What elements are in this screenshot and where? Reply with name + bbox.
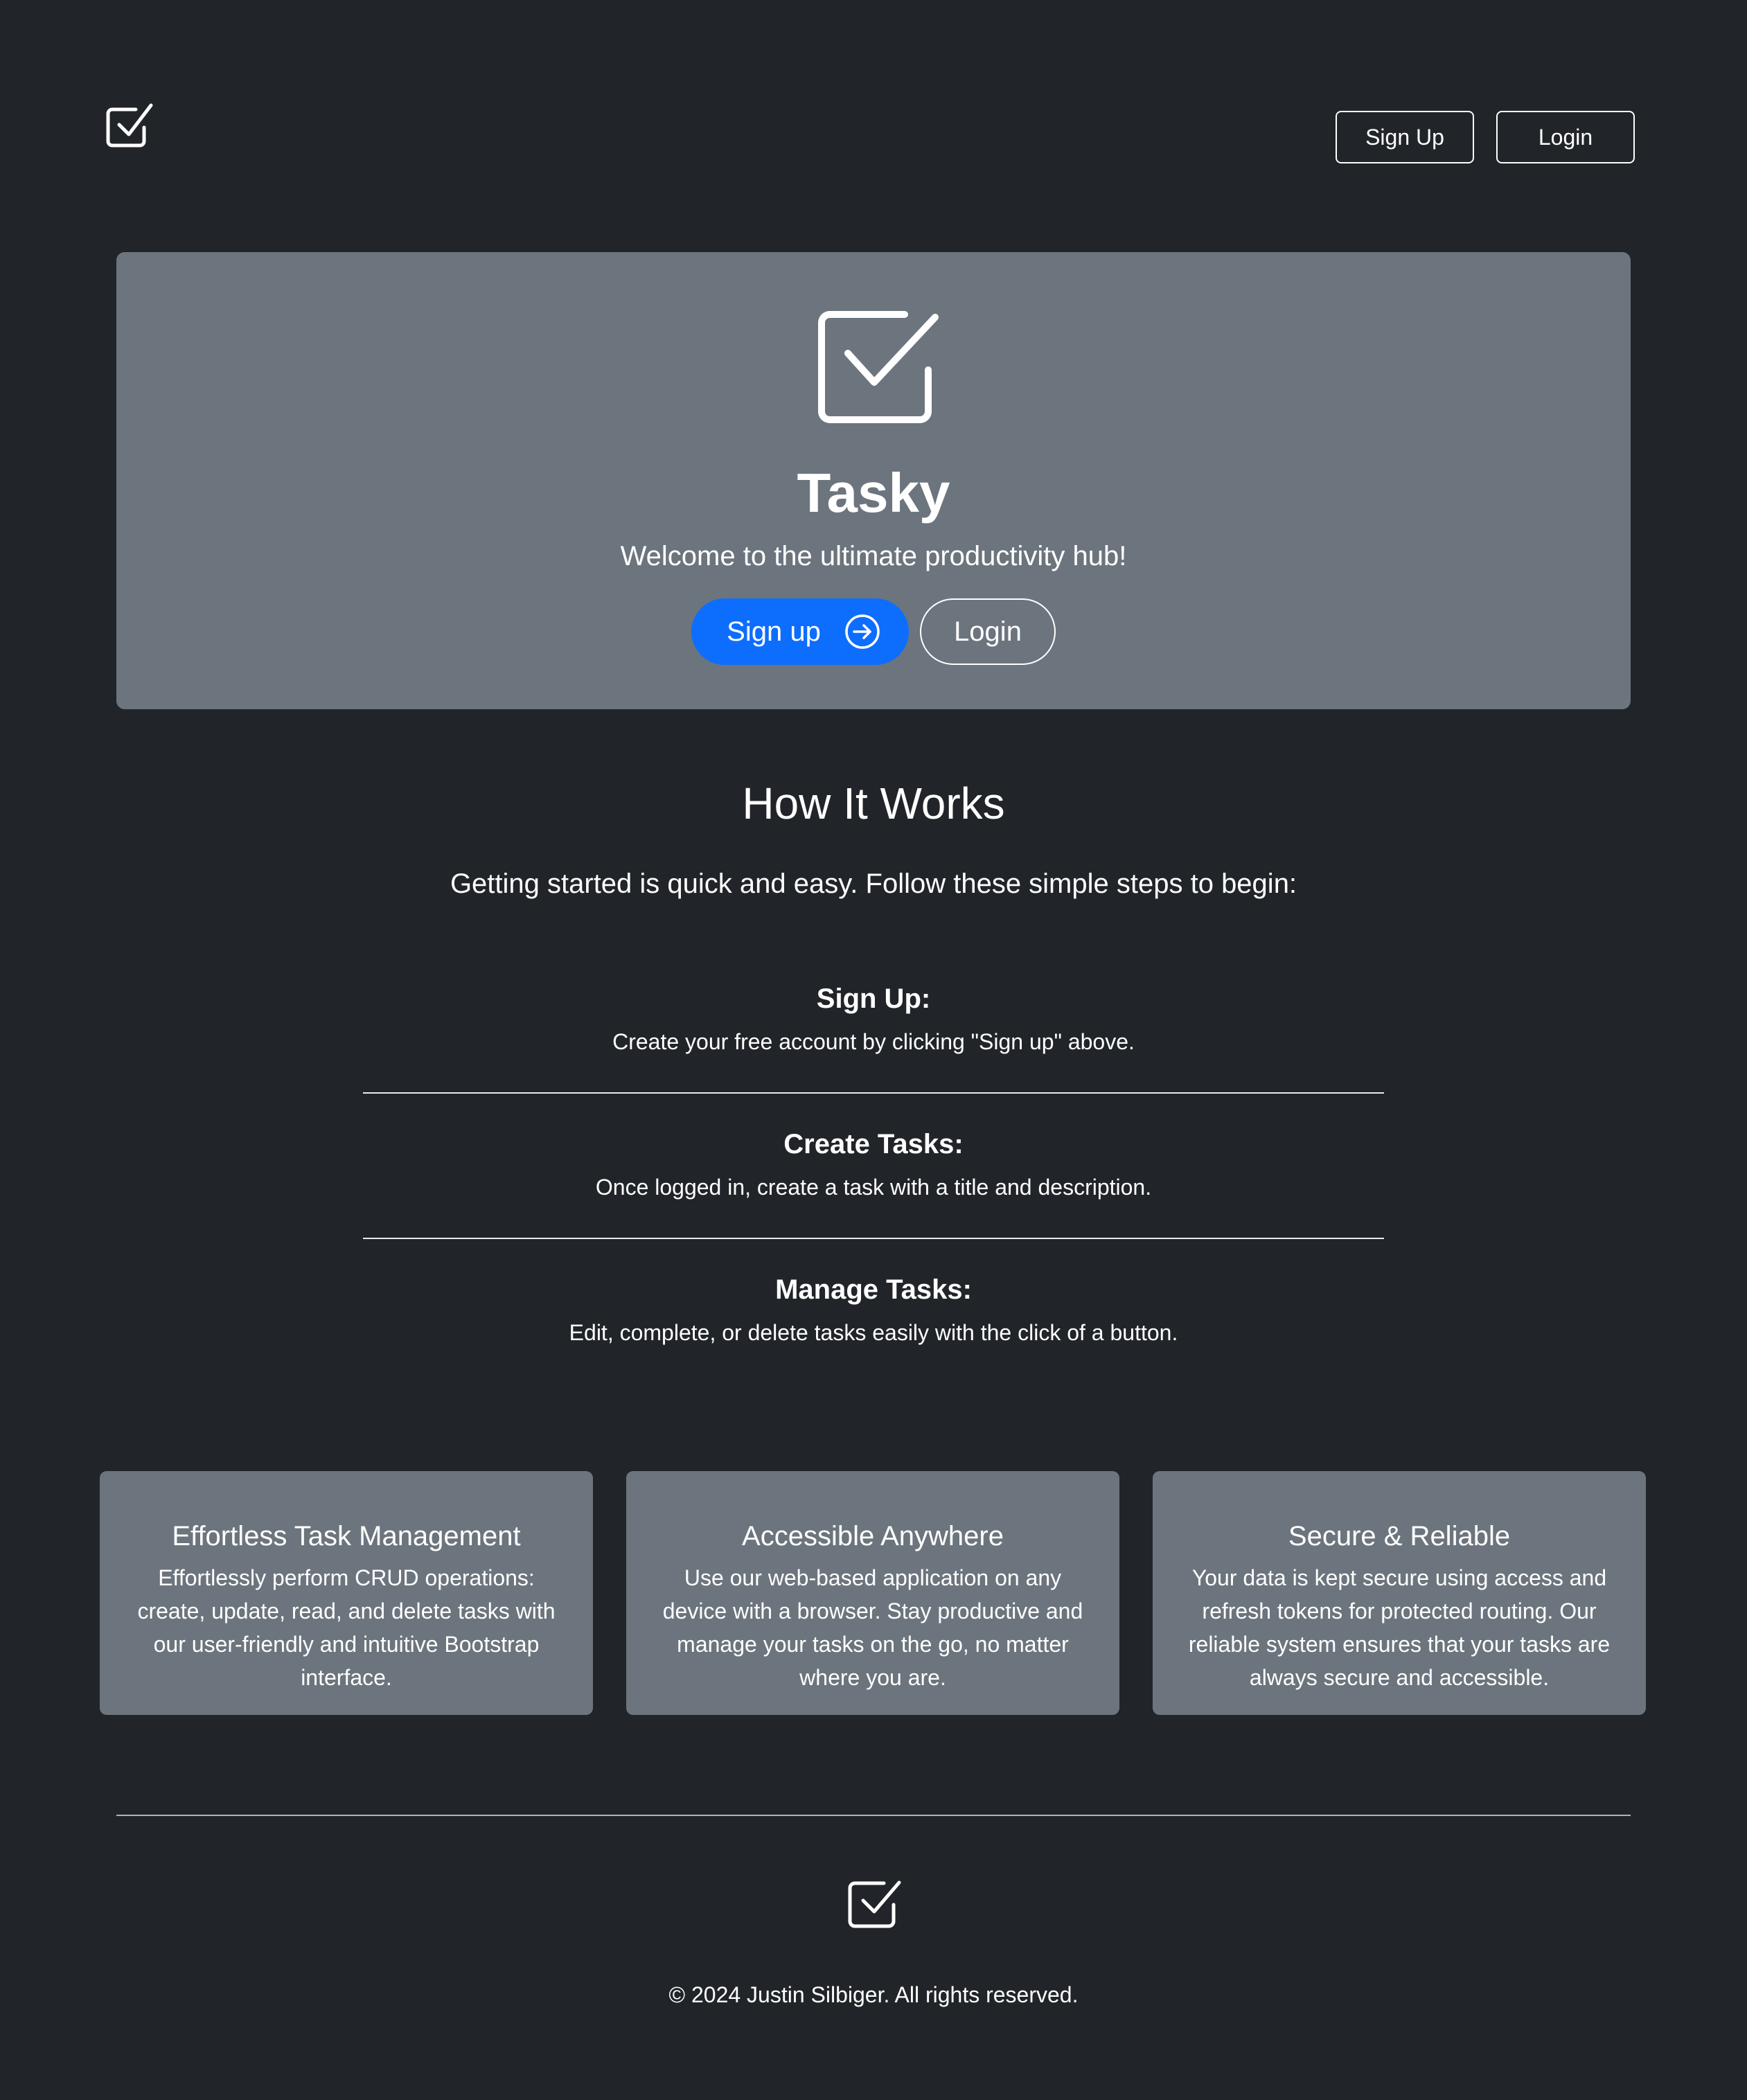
step-title: Create Tasks: [783, 1129, 964, 1159]
how-it-works-lead: Getting started is quick and easy. Follo… [450, 869, 1297, 899]
feature-card-title: Accessible Anywhere [742, 1521, 1004, 1551]
feature-card: Effortless Task Management Effortlessly … [100, 1471, 593, 1715]
header-signup-button[interactable]: Sign Up [1336, 111, 1474, 163]
hero-title: Tasky [797, 462, 950, 524]
how-it-works-title: How It Works [742, 778, 1005, 828]
step-divider [363, 1238, 1384, 1239]
hero-signup-label: Sign up [727, 616, 821, 647]
check-square-icon [815, 308, 939, 425]
feature-card-text: Use our web-based application on any dev… [662, 1565, 1083, 1690]
copyright-text: © 2024 Justin Silbiger. All rights reser… [668, 1982, 1079, 2007]
step-title: Manage Tasks: [775, 1274, 972, 1305]
header-login-button[interactable]: Login [1496, 111, 1635, 163]
check-square-icon [846, 1876, 902, 1931]
feature-card: Secure & Reliable Your data is kept secu… [1153, 1471, 1646, 1715]
feature-card-text: Your data is kept secure using access an… [1188, 1565, 1611, 1690]
feature-card-title: Effortless Task Management [172, 1521, 521, 1551]
step-divider [363, 1092, 1384, 1094]
arrow-right-circle-icon [844, 614, 880, 650]
feature-card: Accessible Anywhere Use our web-based ap… [626, 1471, 1119, 1715]
step-title: Sign Up: [816, 984, 931, 1014]
feature-card-text: Effortlessly perform CRUD operations: cr… [137, 1565, 556, 1690]
check-square-icon[interactable] [104, 101, 154, 151]
feature-card-title: Secure & Reliable [1288, 1521, 1511, 1551]
step-description: Edit, complete, or delete tasks easily w… [569, 1320, 1178, 1345]
hero-signup-button[interactable]: Sign up [691, 598, 909, 665]
step-description: Once logged in, create a task with a tit… [595, 1175, 1152, 1200]
footer-divider [116, 1815, 1631, 1816]
hero-login-button[interactable]: Login [920, 598, 1056, 665]
step-description: Create your free account by clicking "Si… [612, 1029, 1135, 1054]
hero-subtitle: Welcome to the ultimate productivity hub… [620, 541, 1127, 571]
